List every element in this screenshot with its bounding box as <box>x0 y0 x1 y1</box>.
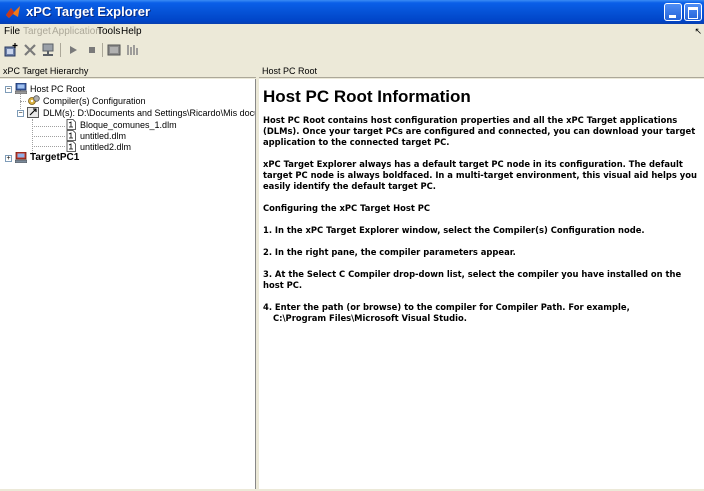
collapse-toggle[interactable]: − <box>5 86 12 93</box>
menu-bar: File Target Application Tools Help ↖ <box>0 24 704 39</box>
step-2: 2. In the right pane, the compiler param… <box>263 247 516 257</box>
menu-overflow-mark: ↖ <box>694 26 702 36</box>
tree-node-compiler-config[interactable]: Compiler(s) Configuration <box>0 95 255 107</box>
toolbar-separator <box>60 43 61 57</box>
step-3: 3. At the Select C Compiler drop-down li… <box>263 269 682 290</box>
menu-target[interactable]: Target <box>23 26 51 37</box>
scope-viewer-icon[interactable] <box>125 42 141 58</box>
menu-help[interactable]: Help <box>121 26 142 37</box>
tree-node-dlms[interactable]: − DLM(s): D:\Documents and Settings\Rica… <box>0 107 255 119</box>
tree-pane-header: xPC Target Hierarchy <box>0 64 256 78</box>
content-pane-header: Host PC Root <box>259 64 704 78</box>
tree-label: TargetPC1 <box>30 152 80 163</box>
connect-icon[interactable] <box>40 42 56 58</box>
host-pc-icon <box>15 83 27 94</box>
tree-node-host-pc-root[interactable]: − Host PC Root <box>0 83 255 95</box>
menu-tools[interactable]: Tools <box>97 26 120 37</box>
dlm-file-icon <box>66 130 76 141</box>
expand-toggle[interactable]: + <box>5 155 12 162</box>
start-icon[interactable] <box>65 42 81 58</box>
add-target-icon[interactable] <box>3 42 19 58</box>
toolbar <box>0 40 704 60</box>
stop-icon[interactable] <box>84 42 100 58</box>
toolbar-separator <box>102 43 103 57</box>
window-title: xPC Target Explorer <box>26 4 151 19</box>
page-title: Host PC Root Information <box>263 87 471 106</box>
paragraph-intro: Host PC Root contains host configuration… <box>263 115 696 147</box>
app-window: xPC Target Explorer File Target Applicat… <box>0 0 704 491</box>
tree-node-target-pc1[interactable]: + TargetPC1 <box>0 152 255 164</box>
target-pc-icon <box>15 152 27 163</box>
paragraph-default-target: xPC Target Explorer always has a default… <box>263 159 697 191</box>
step-4-example-path: C:\Program Files\Microsoft Visual Studio… <box>273 313 467 323</box>
dlm-folder-icon <box>27 107 39 118</box>
section-heading: Configuring the xPC Target Host PC <box>263 203 431 213</box>
scope-icon[interactable] <box>106 42 122 58</box>
tree-label: Host PC Root <box>30 84 86 94</box>
collapse-toggle[interactable]: − <box>17 110 24 117</box>
tree-label: Compiler(s) Configuration <box>43 96 146 106</box>
menu-file[interactable]: File <box>4 26 20 37</box>
delete-icon[interactable] <box>22 42 38 58</box>
hierarchy-tree: − Host PC Root Compiler(s) Configuration… <box>0 79 256 489</box>
content-pane: Host PC Root Information Host PC Root co… <box>259 79 704 491</box>
dlm-file-icon <box>66 119 76 130</box>
minimize-button[interactable] <box>664 3 682 21</box>
step-4: 4. Enter the path (or browse) to the com… <box>263 302 630 312</box>
step-1: 1. In the xPC Target Explorer window, se… <box>263 225 645 235</box>
matlab-logo-icon <box>6 6 20 18</box>
compiler-config-icon <box>28 95 40 105</box>
help-content: Host PC Root Information Host PC Root co… <box>263 87 703 335</box>
maximize-button[interactable] <box>684 3 702 21</box>
dlm-file-icon <box>66 141 76 152</box>
menu-application[interactable]: Application <box>52 26 101 37</box>
tree-label: DLM(s): D:\Documents and Settings\Ricard… <box>43 108 255 118</box>
title-bar[interactable]: xPC Target Explorer <box>0 0 704 24</box>
